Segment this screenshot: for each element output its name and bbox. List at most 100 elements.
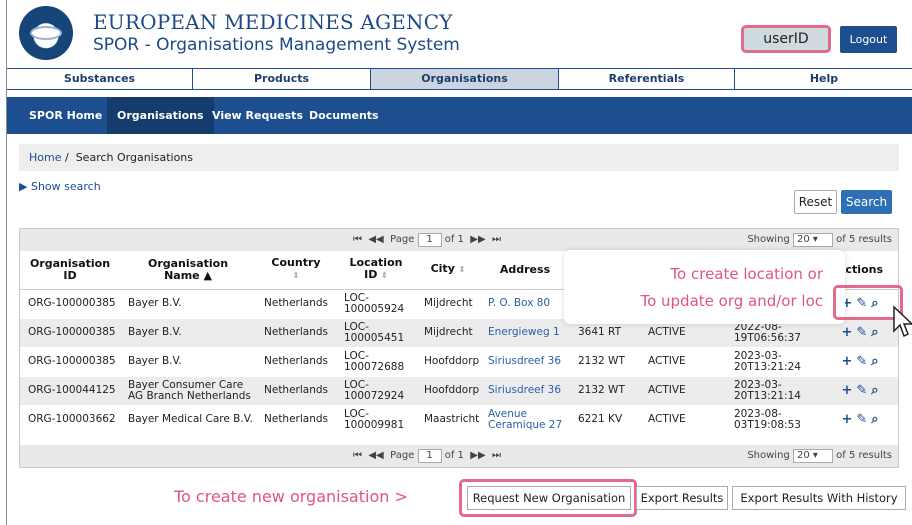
prev-page-icon[interactable]: ◀◀ (368, 234, 383, 245)
system-name: SPOR - Organisations Management System (93, 35, 460, 55)
add-location-icon[interactable]: + (841, 383, 852, 398)
table-row: ORG-100003662 Bayer Medical Care B.V. Neth… (20, 405, 898, 435)
cell-last-modified: 2023-03-20T13:21:14 (726, 376, 822, 406)
showing-label: Showing (747, 450, 790, 461)
callout-line-1: To create location or (670, 265, 823, 283)
edit-icon[interactable]: ✎ (856, 412, 867, 427)
cell-org-id: ORG-100000385 (20, 318, 120, 348)
per-page-value: 20 (796, 450, 810, 461)
cell-location-id: LOC-100005451 (336, 318, 416, 348)
topnav-organisations[interactable]: Organisations (371, 69, 559, 89)
cell-country: Netherlands (256, 405, 336, 435)
pager-bottom: ⏮ ◀◀ Page 1 of 1 ▶▶ ⏭ Showing 20 ▾ of 5 … (20, 445, 898, 467)
col-city[interactable]: City ⇕ (416, 251, 480, 290)
app-frame: EUROPEAN MEDICINES AGENCY SPOR - Organis… (6, 0, 912, 525)
cell-org-id: ORG-100000385 (20, 289, 120, 319)
cell-location-id: LOC-100072688 (336, 347, 416, 377)
edit-icon[interactable]: ✎ (856, 354, 867, 369)
cell-org-name: Bayer Medical Care B.V. (120, 405, 256, 435)
page-input[interactable]: 1 (417, 233, 442, 247)
add-location-icon[interactable]: + (841, 354, 852, 369)
ema-logo (19, 6, 73, 60)
reset-button[interactable]: Reset (794, 190, 837, 214)
export-results-button[interactable]: Export Results (636, 486, 728, 510)
col-address[interactable]: Address (480, 251, 570, 290)
col-location-id[interactable]: Location ID ⇕ (336, 251, 416, 290)
pager-controls-bottom: ⏮ ◀◀ Page 1 of 1 ▶▶ ⏭ (353, 449, 501, 463)
top-nav: Substances Products Organisations Refere… (7, 68, 912, 90)
subnav-organisations[interactable]: Organisations (107, 97, 214, 134)
subnav-view-requests[interactable]: View Requests (202, 97, 313, 134)
cell-city: Hoofddorp (416, 376, 480, 406)
view-icon[interactable]: ⌕ (871, 412, 878, 427)
cell-postcode: 2132 WT (570, 347, 640, 377)
first-page-icon[interactable]: ⏮ (353, 234, 362, 245)
cell-org-id: ORG-100003662 (20, 405, 120, 435)
col-country[interactable]: Country ⇕ (256, 251, 336, 290)
cell-org-id: ORG-100000385 (20, 347, 120, 377)
create-note-annotation: To create new organisation > (174, 487, 408, 506)
cell-country: Netherlands (256, 289, 336, 319)
cell-address[interactable]: Siriusdreef 36 (480, 376, 570, 406)
page-label: Page (390, 450, 415, 461)
pager-top: ⏮ ◀◀ Page 1 of 1 ▶▶ ⏭ Showing 20 ▾ of 5 … (20, 229, 898, 251)
per-page-value: 20 (796, 234, 810, 245)
col-organisation-name[interactable]: Organisation Name ▲ (120, 251, 256, 290)
cell-country: Netherlands (256, 376, 336, 406)
callout-line-2: To update org and/or loc (640, 292, 823, 310)
edit-icon[interactable]: ✎ (856, 325, 867, 340)
cell-actions: + ✎ ⌕ (822, 347, 898, 377)
topnav-referentials[interactable]: Referentials (559, 69, 735, 89)
breadcrumb-home[interactable]: Home (29, 151, 61, 164)
topnav-products[interactable]: Products (193, 69, 371, 89)
prev-page-icon[interactable]: ◀◀ (368, 450, 383, 461)
cell-actions: + ✎ ⌕ (822, 376, 898, 406)
cell-status: ACTIVE (640, 405, 726, 435)
topnav-help[interactable]: Help (735, 69, 912, 89)
agency-name: EUROPEAN MEDICINES AGENCY (93, 10, 453, 34)
view-icon[interactable]: ⌕ (871, 383, 878, 398)
cell-org-name: Bayer Consumer Care AG Branch Netherland… (120, 376, 256, 406)
last-page-icon[interactable]: ⏭ (492, 234, 501, 245)
cell-city: Hoofddorp (416, 347, 480, 377)
cell-org-name: Bayer B.V. (120, 289, 256, 319)
add-location-icon[interactable]: + (841, 412, 852, 427)
col-organisation-id[interactable]: Organisation ID (20, 251, 120, 290)
next-page-icon[interactable]: ▶▶ (470, 450, 485, 461)
next-page-icon[interactable]: ▶▶ (470, 234, 485, 245)
search-button[interactable]: Search (841, 190, 892, 214)
add-location-icon[interactable]: + (841, 325, 852, 340)
cell-location-id: LOC-100009981 (336, 405, 416, 435)
cell-address[interactable]: Energieweg 1 (480, 318, 570, 348)
logout-button[interactable]: Logout (840, 26, 897, 53)
cell-address[interactable]: Avenue Ceramique 27 (480, 405, 570, 435)
request-button-highlight: Request New Organisation (459, 479, 637, 517)
subnav-documents[interactable]: Documents (299, 97, 389, 134)
results-count-bottom: Showing 20 ▾ of 5 results (747, 449, 892, 463)
cell-address[interactable]: Siriusdreef 36 (480, 347, 570, 377)
results-label: of 5 results (836, 450, 892, 461)
cell-org-id: ORG-100044125 (20, 376, 120, 406)
view-icon[interactable]: ⌕ (871, 325, 878, 340)
per-page-select[interactable]: 20 ▾ (792, 449, 833, 463)
topnav-substances[interactable]: Substances (7, 69, 193, 89)
cell-last-modified: 2023-03-20T13:21:24 (726, 347, 822, 377)
export-history-button[interactable]: Export Results With History (732, 486, 906, 510)
edit-icon[interactable]: ✎ (856, 383, 867, 398)
sub-nav: SPOR Home Organisations View Requests Do… (7, 97, 912, 134)
per-page-select[interactable]: 20 ▾ (792, 233, 833, 247)
annotation-callout: To create location or To update org and/… (564, 250, 845, 324)
page-of-label: of 1 (444, 234, 464, 245)
first-page-icon[interactable]: ⏮ (353, 450, 362, 461)
view-icon[interactable]: ⌕ (871, 354, 878, 369)
cell-location-id: LOC-100005924 (336, 289, 416, 319)
cell-address[interactable]: P. O. Box 80 (480, 289, 570, 319)
last-page-icon[interactable]: ⏭ (492, 450, 501, 461)
subnav-spor-home[interactable]: SPOR Home (19, 97, 112, 134)
page-input[interactable]: 1 (417, 449, 442, 463)
cell-postcode: 2132 WT (570, 376, 640, 406)
request-new-organisation-button[interactable]: Request New Organisation (467, 486, 631, 510)
header: EUROPEAN MEDICINES AGENCY SPOR - Organis… (7, 0, 912, 66)
breadcrumb-separator: / (64, 151, 69, 164)
show-search-toggle[interactable]: ▶ Show search (19, 180, 101, 193)
